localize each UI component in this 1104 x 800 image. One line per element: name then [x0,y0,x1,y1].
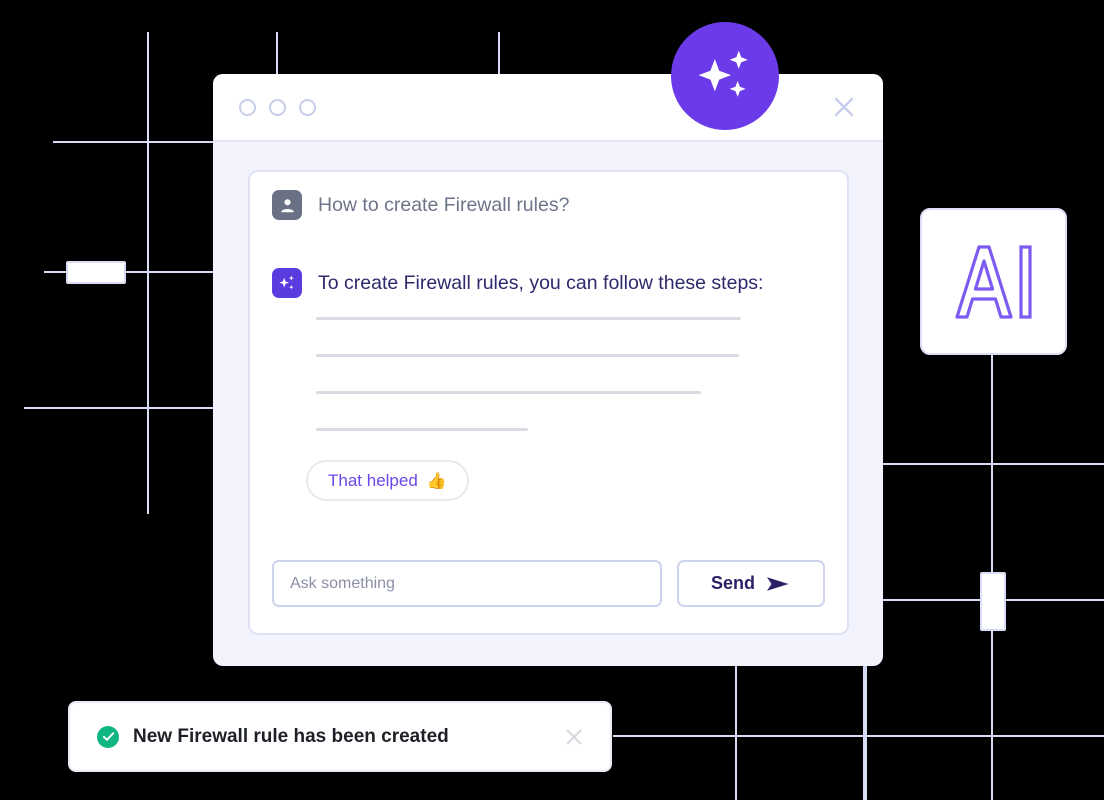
chat-message-ai: To create Firewall rules, you can follow… [272,268,763,298]
user-message-text: How to create Firewall rules? [318,194,570,216]
skeleton-line [316,391,701,394]
chat-input-row: Send [272,560,825,607]
grid-line-vertical [498,32,500,77]
close-icon [834,97,854,117]
traffic-lights [239,98,316,116]
scene: How to create Firewall rules? To create … [0,0,1104,800]
grid-line-horizontal [883,463,1104,465]
ai-badge-card [920,208,1067,355]
close-icon [566,729,582,744]
user-avatar [272,190,302,220]
answer-skeleton-lines [316,317,741,465]
ai-letters-icon [954,244,1032,319]
ai-sparkle-badge [671,22,779,130]
traffic-light-dot[interactable] [299,98,316,116]
thumbs-up-icon: 👍 [426,472,447,490]
toast-notification: New Firewall rule has been created [68,701,612,772]
grid-line-horizontal [24,407,213,409]
toast-message: New Firewall rule has been created [133,725,449,747]
ai-message-text: To create Firewall rules, you can follow… [318,272,764,294]
traffic-light-dot[interactable] [239,98,256,116]
ask-something-input[interactable] [272,560,662,607]
send-arrow-icon [767,576,789,591]
send-button-label: Send [710,573,755,593]
grid-node-left [66,261,126,284]
that-helped-button[interactable]: That helped 👍 [306,460,469,501]
window-close-button[interactable] [827,90,861,124]
ai-assistant-window: How to create Firewall rules? To create … [213,74,883,666]
grid-node-right [980,572,1006,631]
ai-avatar [272,268,302,298]
check-glyph-icon [102,732,114,741]
traffic-light-dot[interactable] [269,98,286,116]
chat-message-user: How to create Firewall rules? [272,190,569,220]
chat-panel: How to create Firewall rules? To create … [248,170,849,635]
sparkles-icon [698,50,748,97]
send-button[interactable]: Send [677,560,825,607]
success-check-icon [97,725,119,748]
window-titlebar [213,74,883,142]
that-helped-label: That helped [328,470,418,490]
grid-line-horizontal [53,141,213,143]
user-avatar-icon [280,198,294,212]
skeleton-line [316,317,741,320]
sparkles-icon [279,275,294,290]
skeleton-line [316,354,739,357]
skeleton-line [316,428,528,431]
grid-line-horizontal [613,735,1104,737]
toast-close-button[interactable] [560,723,588,751]
grid-line-vertical [147,32,149,514]
grid-line-vertical [735,666,737,800]
